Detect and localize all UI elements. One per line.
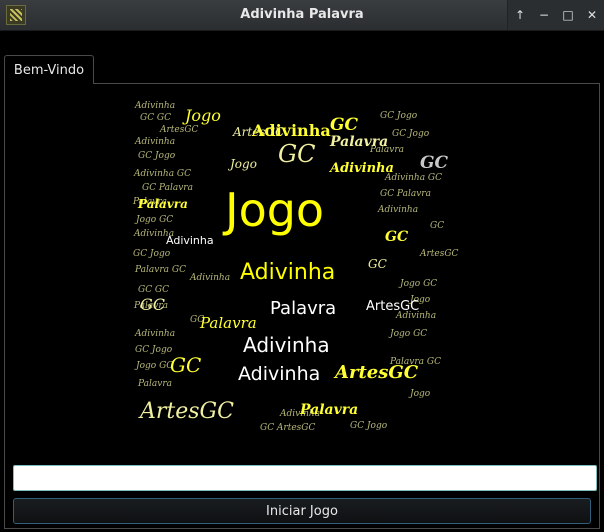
svg-text:ArtesGC: ArtesGC xyxy=(419,249,459,259)
svg-text:Jogo GC: Jogo GC xyxy=(134,215,173,225)
svg-text:GC: GC xyxy=(330,115,359,135)
svg-text:GC GC: GC GC xyxy=(138,285,169,295)
svg-text:Adivinha: Adivinha xyxy=(243,333,330,357)
svg-text:GC: GC xyxy=(170,353,201,377)
svg-text:Jogo GC: Jogo GC xyxy=(388,329,427,339)
svg-text:Adivinha: Adivinha xyxy=(189,273,230,283)
tab-bem-vindo[interactable]: Bem-Vindo xyxy=(4,55,94,84)
svg-text:GC ArtesGC: GC ArtesGC xyxy=(260,423,315,433)
svg-text:GC: GC xyxy=(430,221,444,231)
svg-text:GC Jogo: GC Jogo xyxy=(350,421,388,431)
minimize-icon[interactable]: − xyxy=(534,5,554,25)
svg-text:Palavra GC: Palavra GC xyxy=(134,265,186,275)
svg-text:Adivinha: Adivinha xyxy=(251,121,331,140)
svg-text:Palavra: Palavra xyxy=(299,402,358,418)
svg-text:Jogo: Jogo xyxy=(222,183,324,237)
svg-text:Jogo: Jogo xyxy=(182,106,221,125)
svg-text:Adivinha GC: Adivinha GC xyxy=(133,169,191,179)
svg-text:ArtesGC: ArtesGC xyxy=(159,125,199,135)
svg-text:Adivinha: Adivinha xyxy=(240,260,335,285)
close-icon[interactable]: ✕ xyxy=(582,5,602,25)
svg-text:Adivinha: Adivinha xyxy=(134,137,175,147)
svg-text:GC Palavra: GC Palavra xyxy=(380,189,431,199)
title-bar: Adivinha Palavra ↑ − □ ✕ xyxy=(0,0,604,31)
svg-text:GC GC: GC GC xyxy=(140,113,171,123)
svg-text:Palavra: Palavra xyxy=(137,197,188,211)
svg-text:GC: GC xyxy=(140,295,165,314)
svg-text:Adivinha: Adivinha xyxy=(238,363,320,385)
svg-text:Adivinha: Adivinha xyxy=(134,329,175,339)
svg-text:Jogo: Jogo xyxy=(227,157,257,171)
svg-text:GC Jogo: GC Jogo xyxy=(392,129,430,139)
svg-text:ArtesGC: ArtesGC xyxy=(333,362,419,383)
svg-text:GC Jogo: GC Jogo xyxy=(133,249,171,259)
svg-text:Jogo GC: Jogo GC xyxy=(398,279,437,289)
svg-text:GC: GC xyxy=(368,257,387,271)
word-cloud-image: Adivinha GC GC ArtesGC Adivinha GC Jogo … xyxy=(130,96,475,436)
svg-text:ArtesGC: ArtesGC xyxy=(366,299,419,314)
svg-text:GC Jogo: GC Jogo xyxy=(380,111,418,121)
svg-text:Palavra: Palavra xyxy=(270,298,336,319)
svg-text:GC: GC xyxy=(385,229,408,245)
svg-text:Adivinha: Adivinha xyxy=(134,101,175,111)
svg-text:GC Jogo: GC Jogo xyxy=(135,345,173,355)
svg-text:GC: GC xyxy=(278,140,316,168)
svg-text:ArtesGC: ArtesGC xyxy=(138,399,234,424)
svg-text:Adivinha: Adivinha xyxy=(377,205,418,215)
start-game-button[interactable]: Iniciar Jogo xyxy=(13,498,591,524)
svg-text:Adivinha: Adivinha xyxy=(166,234,214,247)
svg-text:Palavra: Palavra xyxy=(137,379,172,389)
svg-text:Palavra: Palavra xyxy=(199,314,257,332)
svg-text:Adivinha: Adivinha xyxy=(328,161,394,176)
maximize-icon[interactable]: □ xyxy=(558,5,578,25)
svg-text:GC: GC xyxy=(420,153,449,173)
window-controls: ↑ − □ ✕ xyxy=(507,0,604,30)
svg-text:GC Jogo: GC Jogo xyxy=(138,151,176,161)
svg-text:Jogo: Jogo xyxy=(408,389,431,399)
word-input[interactable] xyxy=(13,465,597,491)
arrow-up-icon[interactable]: ↑ xyxy=(510,5,530,25)
svg-text:Palavra: Palavra xyxy=(329,134,388,150)
svg-text:Jogo GC: Jogo GC xyxy=(134,361,173,371)
svg-text:GC Palavra: GC Palavra xyxy=(142,183,193,193)
